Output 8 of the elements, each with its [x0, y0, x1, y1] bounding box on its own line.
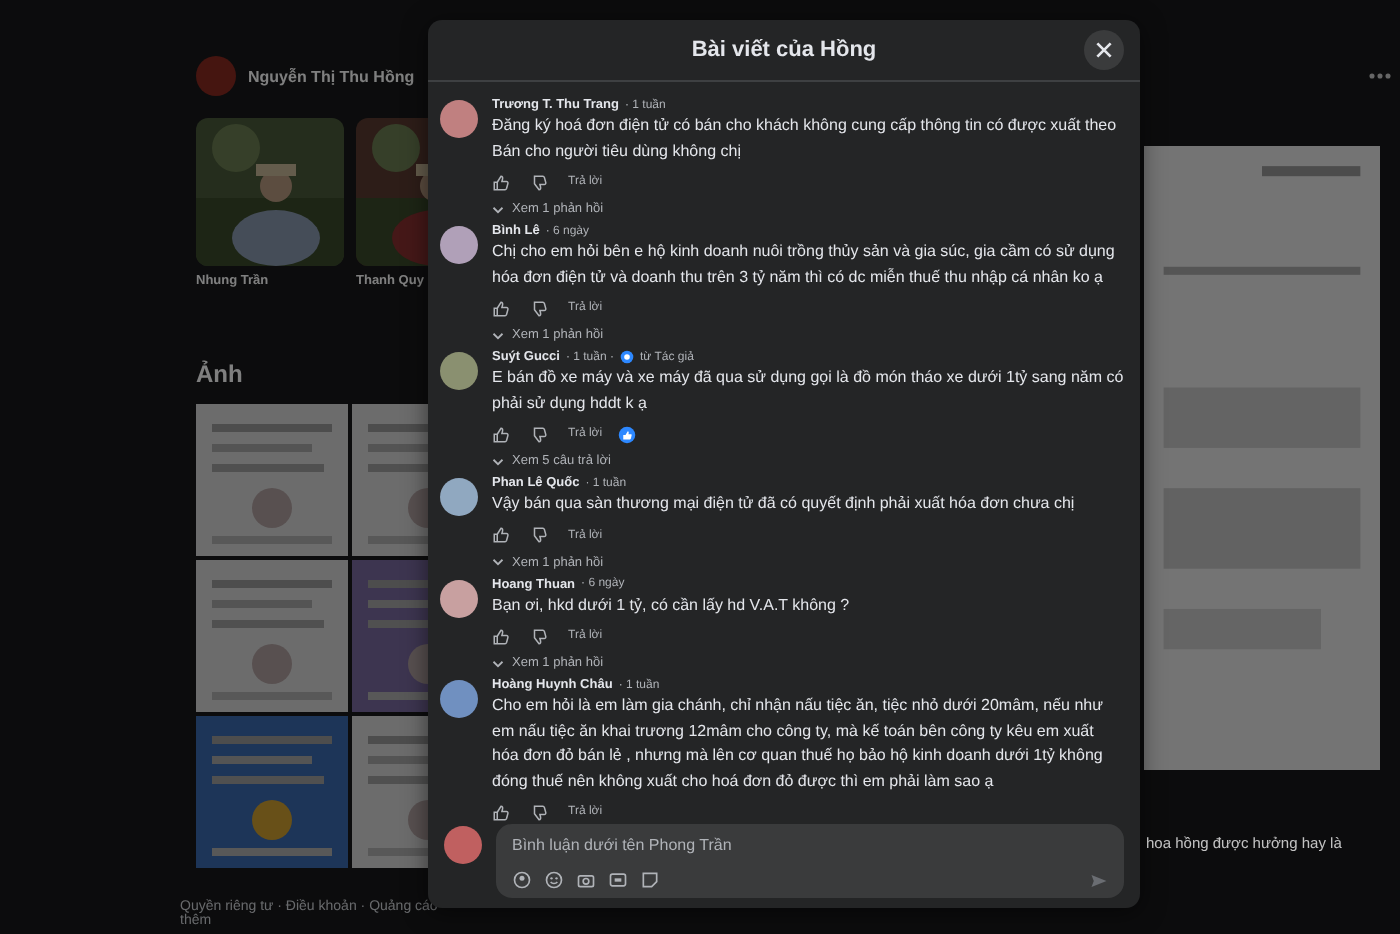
comment-text: Cho em hỏi là em làm gia chánh, chỉ nhận nấu tiệc ăn, tiệc nhỏ dưới 20mâm, nếu như em nấu tiệc ăn khai trương 12mâm cho công ty, mà kế toán bên công ty kêu em xuất hóa đơn đỏ bán lẻ , nhưng mà lên cơ quan thuế họ bảo hộ kinh doanh dưới 1tỷ không đóng thuế nên không xuất cho hoá đơn đỏ được thì em phải làm sao ạ [492, 694, 1105, 794]
photos-heading: Ảnh [196, 360, 243, 388]
comment-text: Vậy bán qua sàn thương mại điện tử đã có quyết định phải xuất hóa đơn chưa chị [492, 492, 1077, 516]
comment-text: Bạn ơi, hkd dưới 1 tỷ, có cần lấy hd V.A.T không ? [492, 593, 852, 618]
comment-text: E bán đồ xe máy và xe máy đã qua sử dụng gọi là đồ món tháo xe dưới 1tỷ sang năm có phải sử dụng hddt k ạ [492, 366, 1124, 416]
comment-text: Đăng ký hoá đơn điện tử có bán cho khách không cung cấp thông tin có được xuất theo Bán cho người tiêu dùng không chị [492, 114, 1119, 164]
dialog-title: Bài viết của Hồng [691, 38, 877, 62]
comment-text: Chị cho em hỏi bên e hộ kinh doanh nuôi trồng thủy sản và gia súc, gia cầm có sử dụng hóa đơn điện tử và doanh thu trên 3 tỷ năm thì có dc miễn thuế thu nhập cá nhân ko ạ [492, 240, 1117, 290]
